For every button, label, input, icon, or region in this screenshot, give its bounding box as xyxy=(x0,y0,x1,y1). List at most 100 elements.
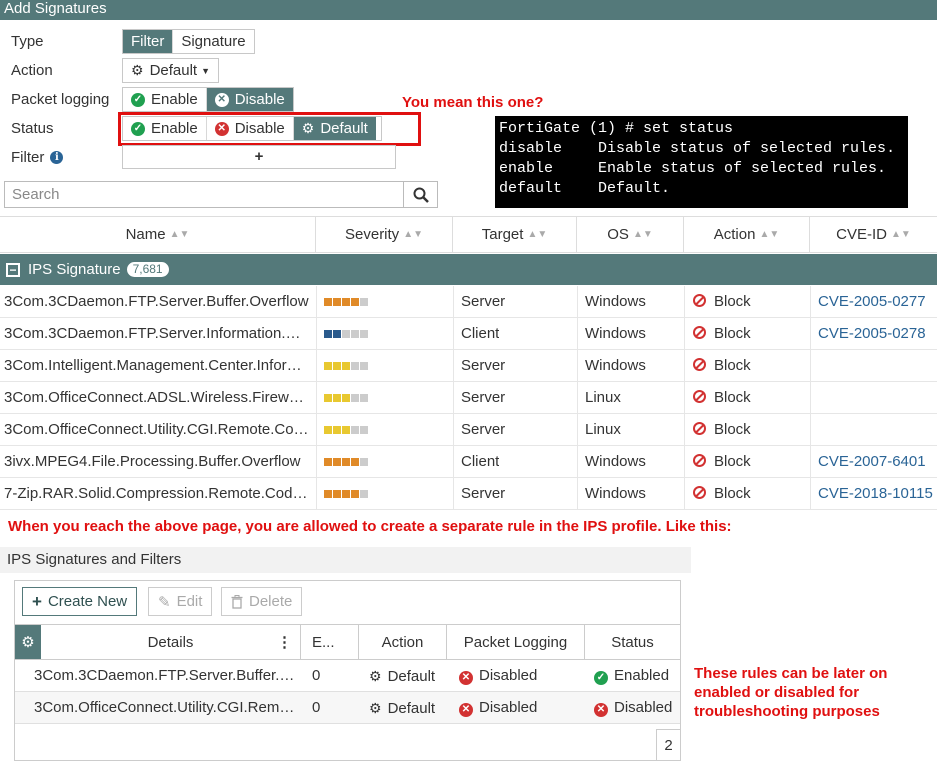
kebab-icon[interactable]: ⋮ xyxy=(277,633,292,651)
group-row[interactable]: − IPS Signature 7,681 xyxy=(0,254,937,285)
table-row[interactable]: 3ivx.MPEG4.File.Processing.Buffer.Overfl… xyxy=(0,446,937,478)
create-new-button[interactable]: + Create New xyxy=(22,587,138,616)
type-toggle: Filter Signature xyxy=(122,29,255,54)
severity-bar xyxy=(324,298,369,306)
cve-link[interactable]: CVE-2018-10115 xyxy=(818,478,933,510)
check-circle-icon: ✓ xyxy=(131,121,145,136)
edit-label: Edit xyxy=(176,593,203,610)
signature-name: 3ivx.MPEG4.File.Processing.Buffer.Overfl… xyxy=(4,453,301,470)
filter-add-button[interactable]: + xyxy=(122,145,396,169)
row-details: 3Com.OfficeConnect.Utility.CGI.Remote.Co… xyxy=(34,699,298,716)
target-value: Server xyxy=(461,421,506,438)
check-circle-icon: ✓ xyxy=(594,671,608,685)
col-target[interactable]: Target ▲▼ xyxy=(453,216,577,253)
group-label: IPS Signature xyxy=(28,261,121,278)
col-os[interactable]: OS ▲▼ xyxy=(577,216,684,253)
table-row[interactable]: 3Com.OfficeConnect.Utility.CGI.Remote.Co… xyxy=(15,692,680,724)
type-signature-option[interactable]: Signature xyxy=(173,30,253,53)
os-value: Windows xyxy=(585,325,646,342)
table-row[interactable]: 3Com.3CDaemon.FTP.Server.Information.Dis… xyxy=(0,318,937,350)
severity-bar xyxy=(324,426,369,434)
column-settings-button[interactable]: ⚙ xyxy=(15,624,41,660)
action-dropdown[interactable]: ⚙ Default ▼ xyxy=(122,58,220,83)
action-value: Block xyxy=(693,350,751,382)
col-cve[interactable]: CVE-ID ▲▼ xyxy=(810,216,937,253)
ips-panel-title: IPS Signatures and Filters xyxy=(0,547,691,573)
row-status: Enabled xyxy=(614,667,670,684)
action-dropdown-value[interactable]: ⚙ Default ▼ xyxy=(123,59,218,82)
action-text: Block xyxy=(714,293,751,310)
severity-bar xyxy=(324,394,369,402)
target-value: Client xyxy=(461,325,500,342)
col-status[interactable]: Status xyxy=(585,624,680,660)
status-disable[interactable]: ✕ Disable xyxy=(207,117,294,140)
x-circle-icon: ✕ xyxy=(214,92,229,107)
table-row[interactable]: 3Com.OfficeConnect.ADSL.Wireless.Firewal… xyxy=(0,382,937,414)
collapse-icon[interactable]: − xyxy=(6,262,20,277)
action-value: Block xyxy=(693,318,751,350)
x-circle-icon: ✕ xyxy=(459,703,473,717)
type-filter-option[interactable]: Filter xyxy=(123,30,174,53)
col-severity[interactable]: Severity ▲▼ xyxy=(316,216,453,253)
terminal-line: disable Disable status of selected rules… xyxy=(499,140,896,157)
row-packet-logging: Disabled xyxy=(479,699,538,716)
action-text: Block xyxy=(714,389,751,406)
packet-logging-disable[interactable]: ✕ Disable xyxy=(206,88,293,111)
action-value: Block xyxy=(693,286,751,318)
os-value: Windows xyxy=(585,293,646,310)
x-circle-icon: ✕ xyxy=(214,121,229,136)
os-value: Linux xyxy=(585,389,621,406)
block-icon xyxy=(693,422,706,435)
status-disable-label: Disable xyxy=(234,120,285,137)
cve-link[interactable]: CVE-2007-6401 xyxy=(818,446,926,478)
packet-logging-enable-label: Enable xyxy=(151,91,198,108)
target-value: Server xyxy=(461,293,506,310)
col-details[interactable]: Details ⋮ xyxy=(41,624,301,660)
plus-icon: + xyxy=(32,591,42,611)
table-row[interactable]: 3Com.3CDaemon.FTP.Server.Buffer.Overflow… xyxy=(15,660,680,692)
col-action[interactable]: Action ▲▼ xyxy=(684,216,810,253)
col-packet-logging[interactable]: Packet Logging xyxy=(447,624,585,660)
status-default[interactable]: ⚙ Default xyxy=(293,117,376,140)
col-severity-label: Severity xyxy=(345,226,400,243)
annotation-note-line: These rules can be later on xyxy=(694,665,888,682)
block-icon xyxy=(693,454,706,467)
info-icon[interactable]: i xyxy=(50,151,64,164)
sort-icon: ▲▼ xyxy=(632,229,653,240)
table-row[interactable]: 3Com.OfficeConnect.Utility.CGI.Remote.Co… xyxy=(0,414,937,446)
delete-button[interactable]: Delete xyxy=(221,587,303,616)
block-icon xyxy=(693,390,706,403)
col-e[interactable]: E... xyxy=(301,624,359,660)
severity-bar xyxy=(324,458,369,466)
annotation-instruction: When you reach the above page, you are a… xyxy=(8,518,732,535)
packet-logging-disable-label: Disable xyxy=(234,91,285,108)
col-packet-logging-label: Packet Logging xyxy=(463,633,568,651)
row-e: 0 xyxy=(312,667,321,684)
search-input[interactable]: Search xyxy=(5,182,403,207)
signature-name: 3Com.Intelligent.Management.Center.Infor… xyxy=(4,357,310,374)
action-text: Block xyxy=(714,421,751,438)
status-enable[interactable]: ✓ Enable xyxy=(123,117,207,140)
status-toggle: ✓ Enable ✕ Disable ⚙ Default xyxy=(122,116,382,141)
col-name[interactable]: Name ▲▼ xyxy=(0,216,316,253)
severity-bar xyxy=(324,362,369,370)
edit-button[interactable]: ✎ Edit xyxy=(148,587,213,616)
check-circle-icon: ✓ xyxy=(131,92,145,107)
table-row[interactable]: 3Com.3CDaemon.FTP.Server.Buffer.Overflow… xyxy=(0,286,937,318)
terminal-line: enable Enable status of selected rules. xyxy=(499,160,887,177)
sort-icon: ▲▼ xyxy=(759,229,780,240)
trash-icon xyxy=(231,594,243,609)
status-enable-label: Enable xyxy=(151,120,198,137)
action-value: Block xyxy=(693,478,751,510)
search-button[interactable] xyxy=(403,182,437,207)
severity-bar xyxy=(324,490,369,498)
packet-logging-enable[interactable]: ✓ Enable xyxy=(123,88,207,111)
cve-link[interactable]: CVE-2005-0277 xyxy=(818,286,926,318)
annotation-question: You mean this one? xyxy=(402,94,544,111)
table-row[interactable]: 3Com.Intelligent.Management.Center.Infor… xyxy=(0,350,937,382)
table-row[interactable]: 7-Zip.RAR.Solid.Compression.Remote.Code.… xyxy=(0,478,937,510)
signature-name: 7-Zip.RAR.Solid.Compression.Remote.Code.… xyxy=(4,485,310,502)
action-value-text: Default xyxy=(149,62,198,79)
cve-link[interactable]: CVE-2005-0278 xyxy=(818,318,926,350)
col-panel-action[interactable]: Action xyxy=(359,624,447,660)
